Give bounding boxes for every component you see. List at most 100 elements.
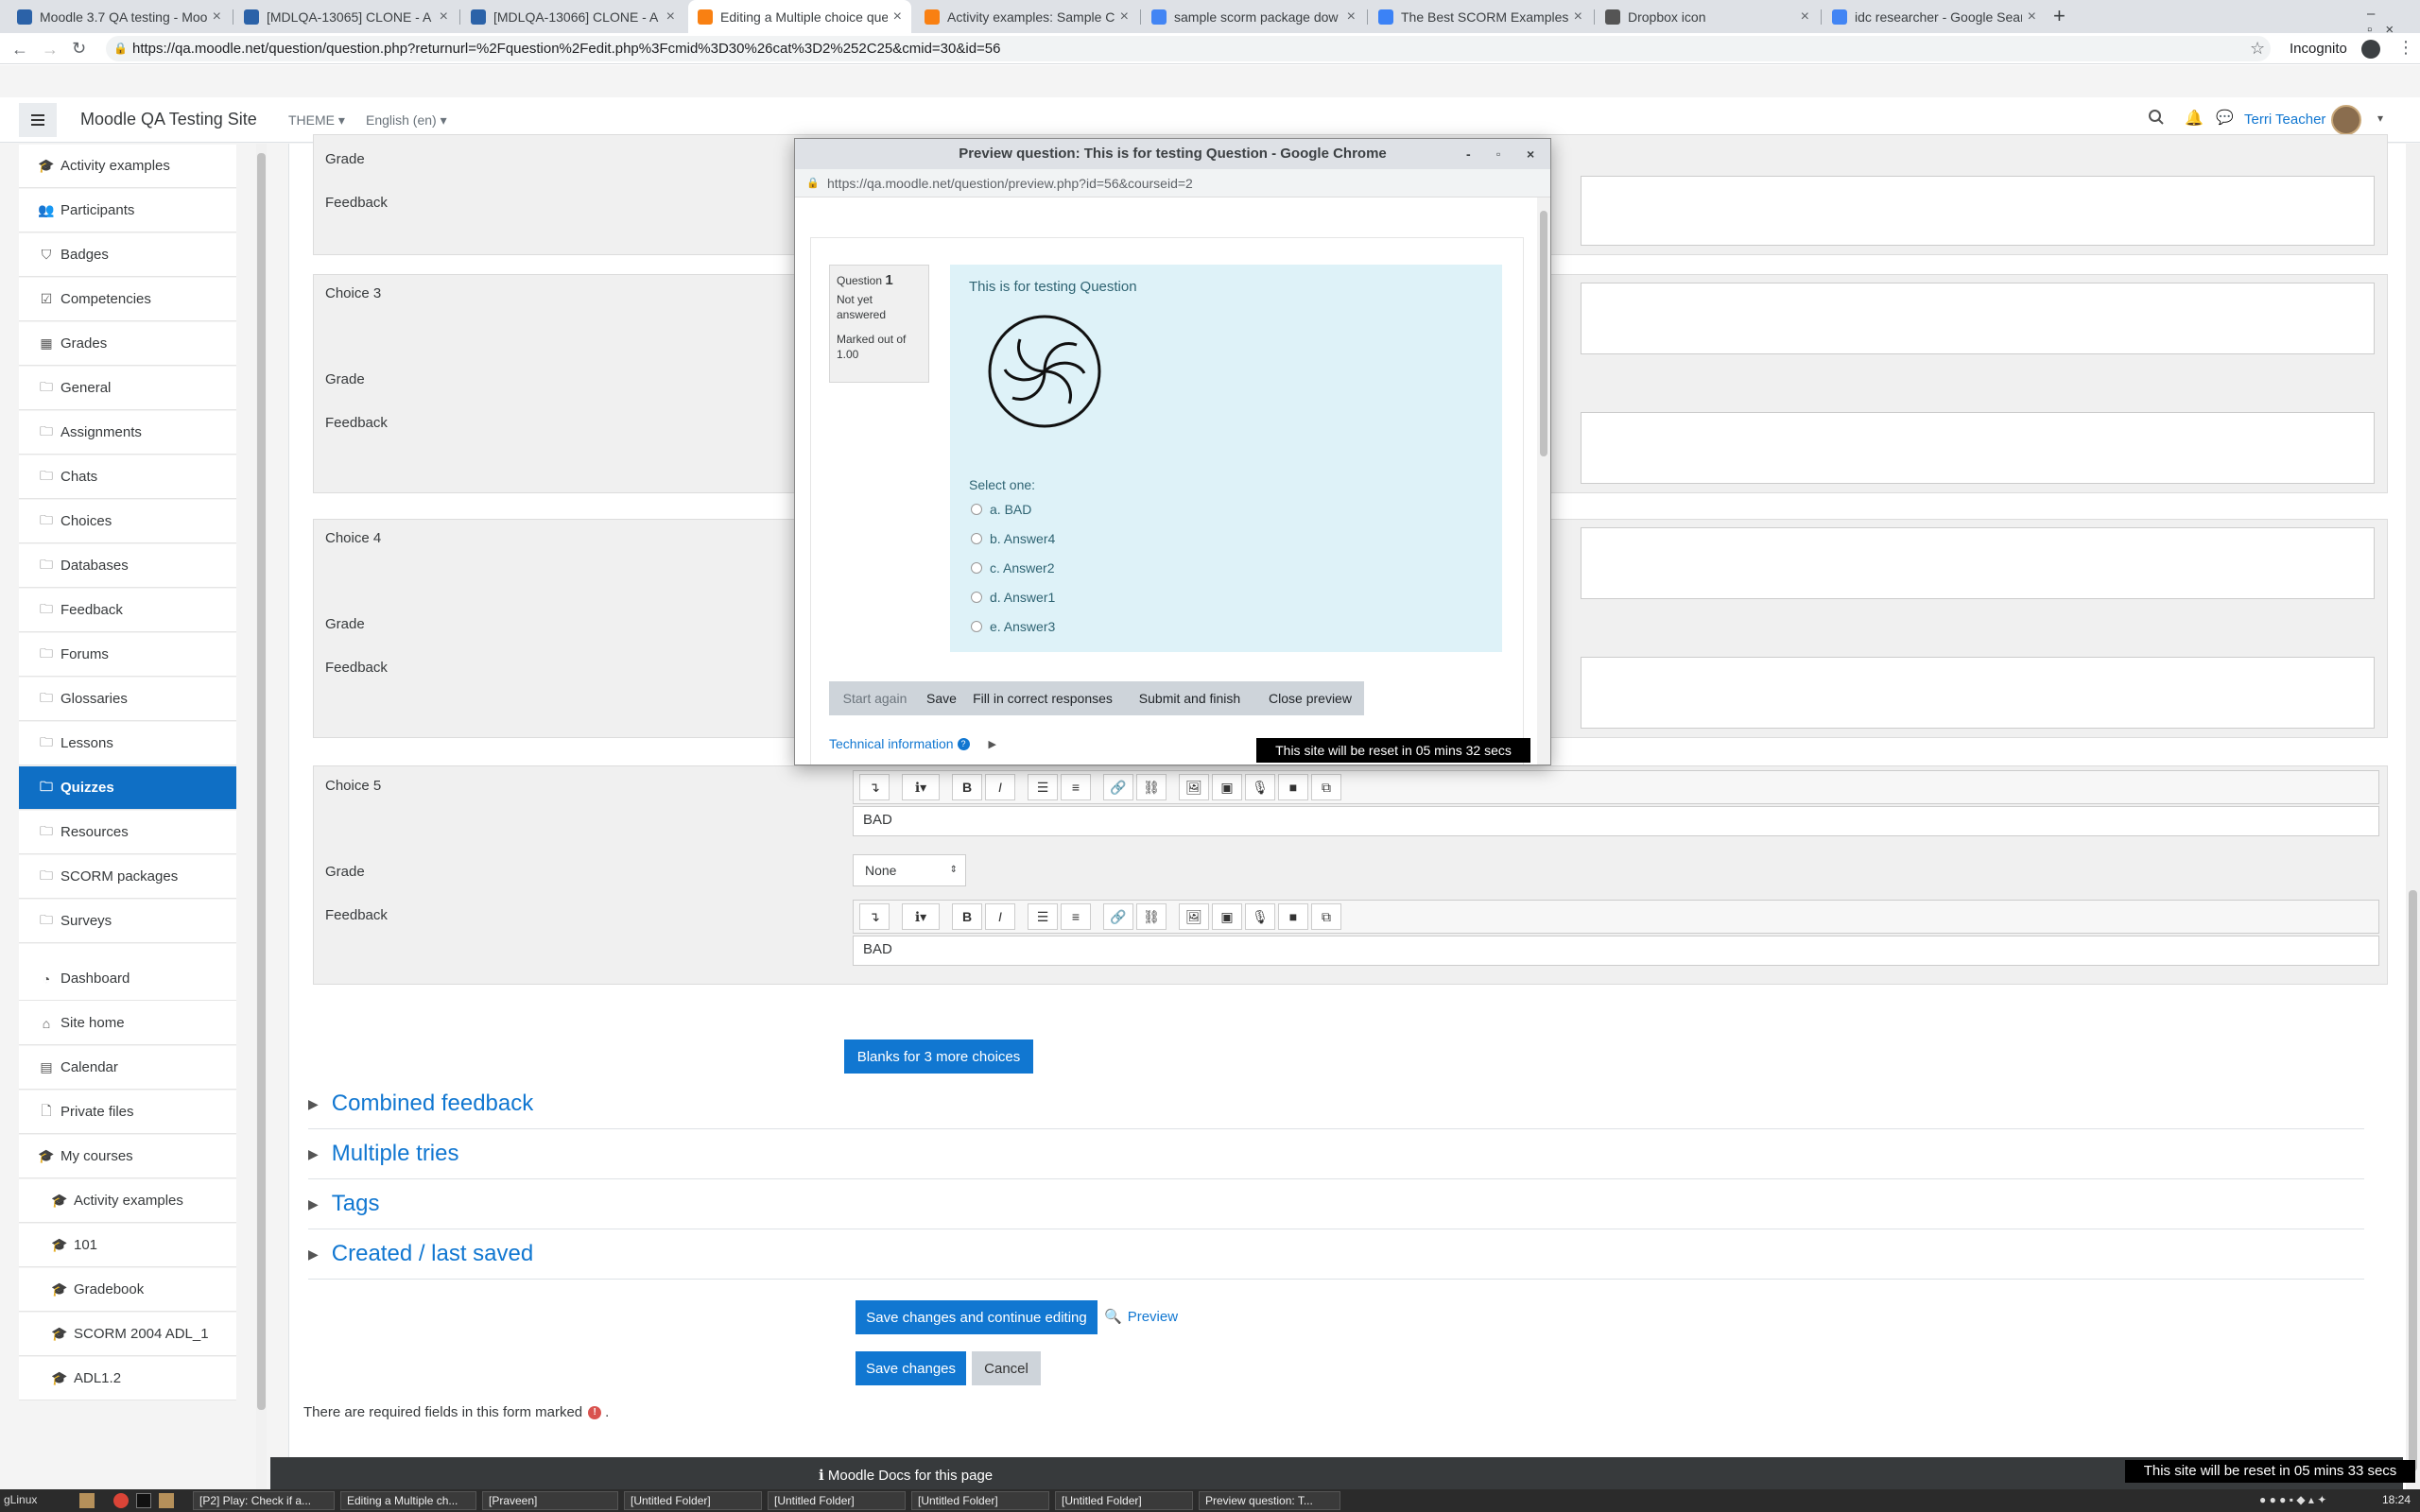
- sidebar-item-competencies[interactable]: ☑ Competencies: [19, 278, 236, 321]
- browser-tab[interactable]: Dropbox icon ×: [1596, 0, 1819, 33]
- close-icon[interactable]: ×: [1527, 139, 1534, 169]
- site-name[interactable]: Moodle QA Testing Site: [80, 110, 257, 129]
- drawer-scrollbar[interactable]: [256, 144, 267, 1496]
- maximize-icon[interactable]: ▫: [1496, 139, 1500, 169]
- terminal-icon[interactable]: [136, 1493, 151, 1508]
- avatar[interactable]: [2331, 105, 2361, 135]
- tab-close-icon[interactable]: ×: [440, 9, 448, 26]
- browser-tab[interactable]: Editing a Multiple choice que ×: [688, 0, 911, 33]
- record-audio-icon[interactable]: 🎙: [1245, 774, 1275, 800]
- sidebar-item-badges[interactable]: ⛉ Badges: [19, 233, 236, 277]
- sidebar-item-forums[interactable]: 🗀 Forums: [19, 633, 236, 677]
- sidebar-item-scorm-packages[interactable]: 🗀 SCORM packages: [19, 855, 236, 899]
- number-list-icon[interactable]: ≡: [1061, 903, 1091, 930]
- start-again-button[interactable]: Start again: [829, 681, 921, 715]
- link-icon[interactable]: 🔗: [1103, 774, 1133, 800]
- sidebar-item-glossaries[interactable]: 🗀 Glossaries: [19, 678, 236, 721]
- image-icon[interactable]: 🖼: [1179, 903, 1209, 930]
- forward-icon[interactable]: →: [42, 40, 59, 60]
- sidebar-item-activity-examples[interactable]: 🎓 Activity examples: [19, 145, 236, 188]
- sidebar-item-choices[interactable]: 🗀 Choices: [19, 500, 236, 543]
- submit-and-finish-button[interactable]: Submit and finish: [1123, 681, 1256, 715]
- popup-scrollbar[interactable]: [1537, 198, 1550, 765]
- sidebar-item-resources[interactable]: 🗀 Resources: [19, 811, 236, 854]
- browser-tab[interactable]: Activity examples: Sample C ×: [915, 0, 1138, 33]
- sidebar-item-gradebook[interactable]: 🎓 Gradebook: [19, 1268, 236, 1312]
- image-icon[interactable]: 🖼: [1179, 774, 1209, 800]
- hamburger-button[interactable]: [19, 103, 57, 137]
- taskbar-item[interactable]: [Praveen]: [482, 1491, 618, 1510]
- record-video-icon[interactable]: ■: [1278, 903, 1308, 930]
- media-icon[interactable]: ▣: [1212, 903, 1242, 930]
- help-icon[interactable]: ?: [957, 737, 970, 750]
- sidebar-item-private-files[interactable]: 🗋 Private files: [19, 1091, 236, 1134]
- sidebar-item-scorm-2004-adl-1[interactable]: 🎓 SCORM 2004 ADL_1: [19, 1313, 236, 1356]
- chat-icon[interactable]: 💬: [2216, 109, 2234, 126]
- link-icon[interactable]: 🔗: [1103, 903, 1133, 930]
- save-continue-button[interactable]: Save changes and continue editing: [856, 1300, 1098, 1334]
- sidebar-item-chats[interactable]: 🗀 Chats: [19, 455, 236, 499]
- page-scrollbar[interactable]: [2406, 144, 2420, 1496]
- minimize-icon[interactable]: -: [1466, 139, 1471, 169]
- close-preview-button[interactable]: Close preview: [1256, 681, 1364, 715]
- info-icon[interactable]: ℹ▾: [902, 903, 940, 930]
- tab-close-icon[interactable]: ×: [893, 9, 902, 26]
- answer-option[interactable]: a. BAD: [971, 502, 1031, 517]
- reload-icon[interactable]: ↻: [72, 39, 86, 59]
- sidebar-item-dashboard[interactable]: ◔ Dashboard: [19, 957, 236, 1001]
- sidebar-item-feedback[interactable]: 🗀 Feedback: [19, 589, 236, 632]
- technical-info-link[interactable]: Technical information ? ▶: [829, 736, 996, 751]
- sidebar-item-assignments[interactable]: 🗀 Assignments: [19, 411, 236, 455]
- browser-tab[interactable]: Moodle 3.7 QA testing - Moo ×: [8, 0, 231, 33]
- user-name[interactable]: Terri Teacher: [2244, 112, 2325, 128]
- section-multiple-tries[interactable]: ▶ Multiple tries: [308, 1141, 459, 1167]
- browser-tab[interactable]: The Best SCORM Examples: S ×: [1369, 0, 1592, 33]
- copy-icon[interactable]: ⧉: [1311, 903, 1341, 930]
- feedback-editor[interactable]: BAD: [853, 936, 2379, 966]
- save-button[interactable]: Save: [921, 681, 962, 715]
- answer-editor[interactable]: [1581, 527, 2375, 599]
- feedback-editor[interactable]: [1581, 412, 2375, 484]
- radio-button[interactable]: [971, 592, 982, 603]
- sidebar-item-grades[interactable]: ▦ Grades: [19, 322, 236, 366]
- taskbar-item[interactable]: [P2] Play: Check if a...: [193, 1491, 335, 1510]
- start-menu[interactable]: gLinux: [4, 1493, 37, 1506]
- grade-select[interactable]: None ⇕: [853, 854, 966, 886]
- sidebar-item-calendar[interactable]: ▤ Calendar: [19, 1046, 236, 1090]
- section-tags[interactable]: ▶ Tags: [308, 1191, 379, 1217]
- cancel-button[interactable]: Cancel: [972, 1351, 1041, 1385]
- bell-icon[interactable]: 🔔: [2185, 109, 2204, 128]
- tab-close-icon[interactable]: ×: [213, 9, 221, 26]
- fill-in-correct-responses-button[interactable]: Fill in correct responses: [962, 681, 1123, 715]
- record-video-icon[interactable]: ■: [1278, 774, 1308, 800]
- sidebar-item-general[interactable]: 🗀 General: [19, 367, 236, 410]
- sidebar-item-participants[interactable]: 👥 Participants: [19, 189, 236, 232]
- tab-close-icon[interactable]: ×: [1347, 9, 1356, 26]
- menu-icon[interactable]: ⋮: [2397, 38, 2414, 58]
- new-tab-icon[interactable]: +: [2053, 4, 2066, 28]
- indent-icon[interactable]: ↴: [859, 774, 890, 800]
- chrome-icon[interactable]: [113, 1493, 129, 1508]
- taskbar-item[interactable]: [Untitled Folder]: [768, 1491, 906, 1510]
- bullet-list-icon[interactable]: ☰: [1028, 774, 1058, 800]
- sidebar-item-my-courses[interactable]: 🎓 My courses: [19, 1135, 236, 1178]
- browser-tab[interactable]: [MDLQA-13066] CLONE - A t ×: [461, 0, 684, 33]
- answer-option[interactable]: b. Answer4: [971, 531, 1055, 546]
- sidebar-item-lessons[interactable]: 🗀 Lessons: [19, 722, 236, 765]
- italic-icon[interactable]: I: [985, 903, 1015, 930]
- back-icon[interactable]: ←: [11, 40, 28, 60]
- save-button[interactable]: Save changes: [856, 1351, 966, 1385]
- folder-icon[interactable]: [159, 1493, 174, 1508]
- taskbar-item[interactable]: [Untitled Folder]: [1055, 1491, 1193, 1510]
- bold-icon[interactable]: B: [952, 903, 982, 930]
- section-created-last-saved[interactable]: ▶ Created / last saved: [308, 1241, 533, 1267]
- answer-editor[interactable]: [1581, 283, 2375, 354]
- tab-close-icon[interactable]: ×: [1801, 9, 1809, 26]
- radio-button[interactable]: [971, 533, 982, 544]
- tab-close-icon[interactable]: ×: [2028, 9, 2036, 26]
- sidebar-item-101[interactable]: 🎓 101: [19, 1224, 236, 1267]
- url-field[interactable]: 🔒 https://qa.moodle.net/question/questio…: [106, 36, 2271, 61]
- radio-button[interactable]: [971, 621, 982, 632]
- radio-button[interactable]: [971, 504, 982, 515]
- blanks-more-choices-button[interactable]: Blanks for 3 more choices: [844, 1040, 1033, 1074]
